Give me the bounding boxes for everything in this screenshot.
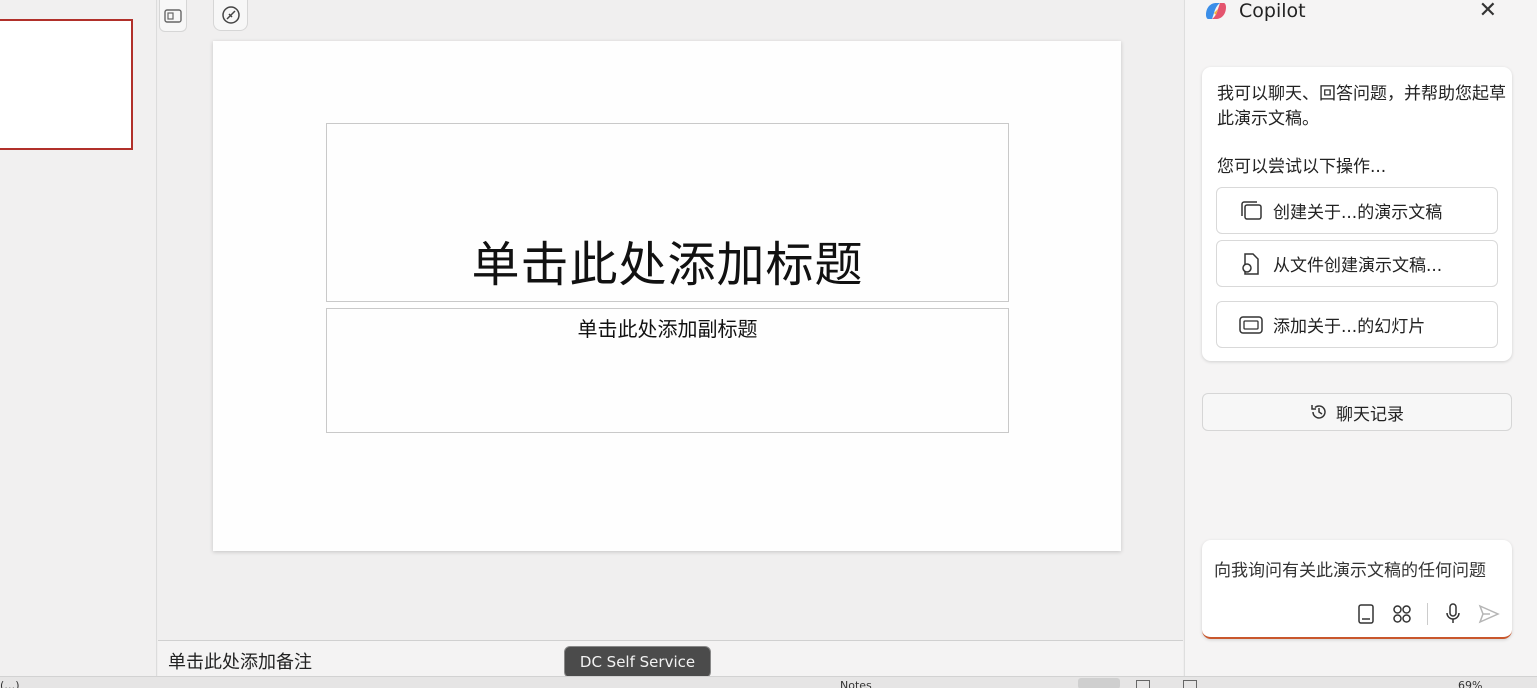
suggestion-label: 创建关于...的演示文稿 (1273, 203, 1443, 223)
suggestion-label: 从文件创建演示文稿... (1273, 256, 1443, 276)
title-placeholder-box[interactable]: 单击此处添加标题 (326, 123, 1009, 302)
suggestion-create-presentation-button[interactable]: 创建关于...的演示文稿 (1216, 187, 1498, 234)
copilot-logo-icon (1206, 3, 1226, 19)
chat-history-label: 聊天记录 (1336, 404, 1404, 425)
suggestion-add-slide-button[interactable]: 添加关于...的幻灯片 (1216, 301, 1498, 348)
copilot-input-toolbar (1355, 603, 1500, 625)
suggestion-from-file-button[interactable]: 从文件创建演示文稿... (1216, 240, 1498, 287)
status-slide-info: (…) (0, 679, 20, 688)
thumbnail-pane-toggle-button[interactable] (159, 0, 187, 32)
subtitle-placeholder-text: 单击此处添加副标题 (577, 317, 758, 341)
presentation-icon (1241, 200, 1262, 220)
history-icon (1311, 405, 1326, 419)
title-placeholder-text: 单击此处添加标题 (471, 237, 864, 293)
status-bar: (…) Notes 69% (0, 676, 1537, 688)
zoom-level[interactable]: 69% (1458, 679, 1482, 688)
slide-icon (1239, 315, 1263, 334)
copilot-input-box[interactable]: 向我询问有关此演示文稿的任何问题 (1202, 540, 1512, 639)
current-slide: 单击此处添加标题 单击此处添加副标题 (213, 41, 1121, 551)
normal-view-button[interactable] (1078, 678, 1120, 688)
notebook-icon (1358, 604, 1374, 624)
subtitle-placeholder-box[interactable]: 单击此处添加副标题 (326, 308, 1009, 433)
copilot-welcome-card: 我可以聊天、回答问题，并帮助您起草此演示文稿。 您可以尝试以下操作... 创建关… (1202, 67, 1512, 361)
tooltip: DC Self Service (564, 646, 711, 678)
copilot-title: Copilot (1239, 0, 1306, 22)
slide-thumbnail-pane (0, 0, 157, 676)
microphone-icon (1446, 603, 1460, 623)
copilot-input-placeholder: 向我询问有关此演示文稿的任何问题 (1214, 561, 1486, 581)
grid-icon (1393, 605, 1411, 623)
copilot-pane: Copilot ✕ 我可以聊天、回答问题，并帮助您起草此演示文稿。 您可以尝试以… (1184, 0, 1537, 676)
close-icon[interactable]: ✕ (1479, 0, 1497, 23)
designer-button[interactable] (213, 0, 248, 31)
microphone-button[interactable] (1442, 603, 1464, 625)
send-icon (1478, 604, 1500, 624)
send-button[interactable] (1478, 603, 1500, 625)
toolbar-divider (1427, 603, 1428, 625)
file-icon (1242, 252, 1259, 275)
notes-placeholder: 单击此处添加备注 (168, 652, 312, 673)
designer-icon (221, 6, 240, 24)
suggestion-label: 添加关于...的幻灯片 (1273, 317, 1426, 337)
status-notes-button[interactable]: Notes (840, 679, 872, 688)
apps-button[interactable] (1391, 603, 1413, 625)
tooltip-text: DC Self Service (579, 653, 696, 671)
copilot-header: Copilot (1203, 0, 1306, 22)
copilot-intro-text: 我可以聊天、回答问题，并帮助您起草此演示文稿。 (1217, 84, 1506, 129)
reading-view-button[interactable] (1183, 680, 1197, 688)
sidebar-icon (164, 8, 182, 23)
chat-history-button[interactable]: 聊天记录 (1202, 393, 1512, 431)
slide-sorter-view-button[interactable] (1136, 680, 1150, 688)
copilot-try-label: 您可以尝试以下操作... (1217, 157, 1387, 177)
prompt-guide-button[interactable] (1355, 603, 1377, 625)
slide-thumbnail-1[interactable] (0, 19, 133, 150)
